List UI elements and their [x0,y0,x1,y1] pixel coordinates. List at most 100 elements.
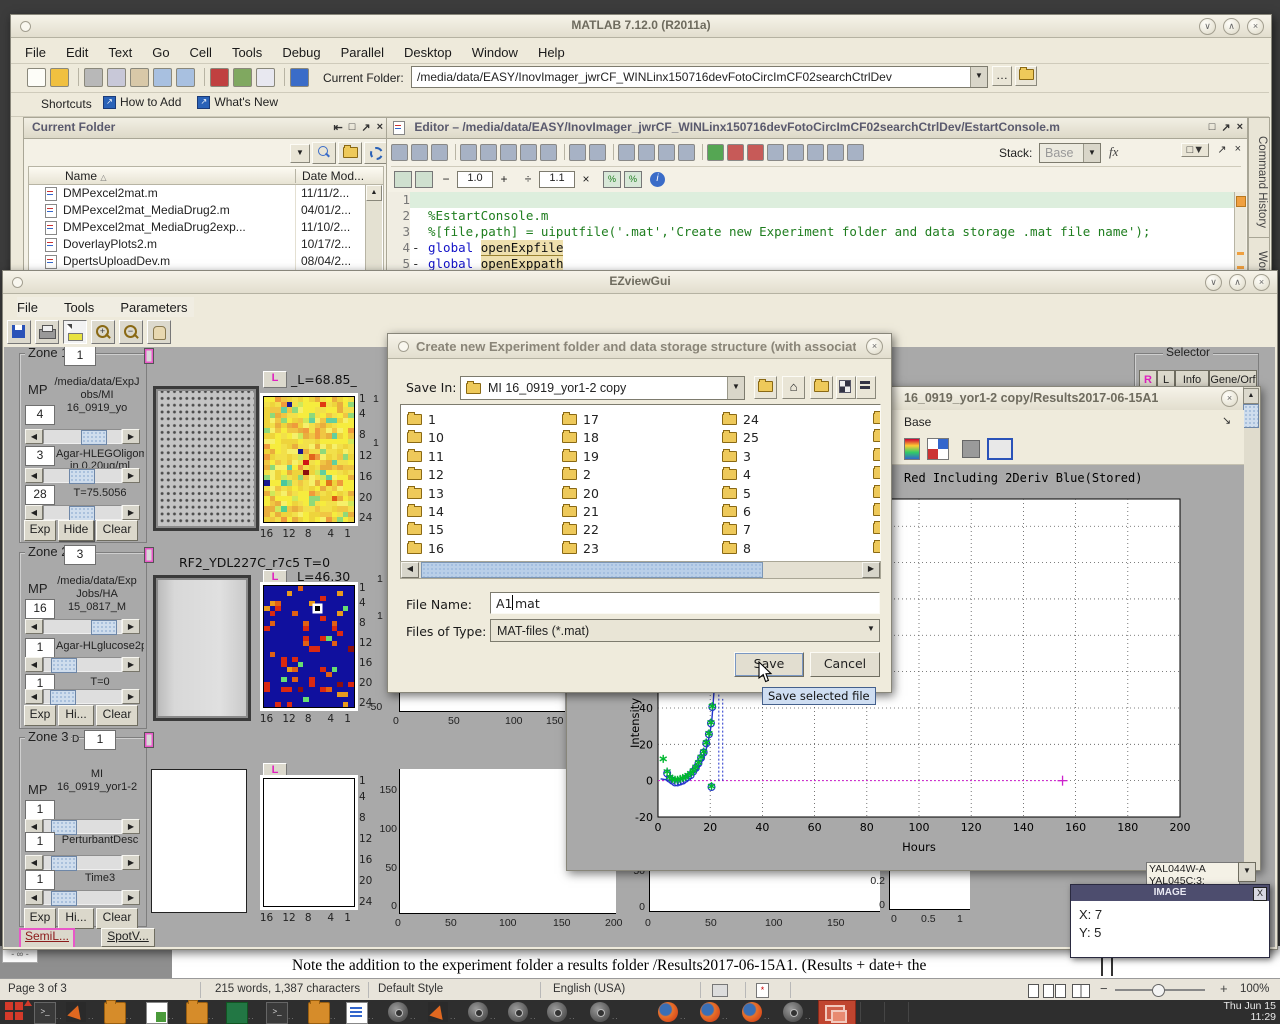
cancel-button[interactable]: Cancel [810,652,880,677]
heatmap-cell[interactable] [348,517,354,522]
up-one-level-button[interactable] [754,376,777,399]
slider-right-icon[interactable]: ▶ [122,505,140,520]
zone-value-field[interactable]: 1 [25,638,55,658]
slider-right-icon[interactable]: ▶ [122,890,140,905]
zone-value-field[interactable]: 1 [25,870,55,890]
taskbar-item-folder[interactable] [186,1002,208,1024]
function-icon[interactable] [678,144,695,161]
dialog-folder-item[interactable]: 16 [407,541,444,556]
taskbar-item-matlab[interactable] [428,1002,448,1022]
status-item[interactable]: 215 words, 1,387 characters [215,983,360,995]
dialog-folder-item[interactable]: 13 [407,486,444,501]
comment-icon[interactable]: % [603,171,621,188]
ezview-titlebar[interactable]: EZviewGui ∨ ∧ × [3,271,1277,294]
step-icon[interactable] [807,144,824,161]
gene-list-dropdown-button[interactable]: ▼ [1238,862,1256,882]
taskbar-item-writer[interactable] [346,1002,368,1024]
code-line[interactable]: 4-global openExpfile [388,240,1234,256]
zone-slider[interactable]: ◀▶ [25,505,140,520]
list-item[interactable]: YAL044W-A [1147,863,1239,875]
name-column-header[interactable]: Name △ [65,169,107,183]
l-toggle-button[interactable]: L [263,371,287,388]
copy-icon[interactable] [107,68,126,87]
shortcut-how-to-add[interactable]: ↗How to Add [103,95,181,109]
open-file-icon[interactable] [411,144,428,161]
taskbar-item-media[interactable] [783,1002,803,1022]
dialog-folder-item[interactable]: 17 [562,412,599,427]
slider-right-icon[interactable]: ▶ [122,468,140,483]
slider-thumb[interactable] [91,620,117,635]
file-name-input[interactable]: A1 mat [490,592,880,614]
close-button[interactable]: × [1253,274,1270,291]
find-icon[interactable] [618,144,635,161]
menu-tools[interactable]: Tools [232,45,262,60]
table-row[interactable]: DoverlayPlots2.m10/17/2... [29,236,383,253]
slider-thumb[interactable] [50,690,76,705]
launcher-icon[interactable] [5,1002,25,1022]
undock-icon[interactable]: ↗ [1217,143,1226,157]
slider-track[interactable] [43,657,122,672]
multiply-button[interactable]: × [579,172,593,186]
close-panel-icon[interactable]: × [1235,143,1241,157]
undo-icon[interactable] [520,144,537,161]
new-file-icon[interactable] [391,144,408,161]
slider-right-icon[interactable]: ▶ [122,619,140,634]
zone-clear-button[interactable]: Clear [96,705,138,726]
slider-left-icon[interactable]: ◀ [25,619,43,634]
taskbar-item-firefox[interactable] [742,1002,762,1022]
shortcut-what's-new[interactable]: ↗What's New [197,95,278,109]
taskbar-item-media[interactable] [468,1002,488,1022]
slider-left-icon[interactable]: ◀ [25,657,43,672]
slider-track[interactable] [43,468,122,483]
slider-track[interactable] [43,619,122,634]
maximize-button[interactable]: ∧ [1223,18,1240,35]
table-row[interactable]: DMPexcel2mat_MediaDrug2.m04/01/2... [29,202,383,219]
list-view-button[interactable] [856,376,876,399]
step-out-icon[interactable] [787,144,804,161]
up-folder-button[interactable] [1015,66,1037,86]
maximize-panel-icon[interactable]: □ [1209,121,1216,134]
dialog-folder-item[interactable]: 5 [722,486,751,501]
save-icon[interactable] [7,320,31,344]
slider-left-icon[interactable]: ◀ [25,890,43,905]
zone-hide-button[interactable]: Hide [58,520,94,541]
close-button[interactable]: × [866,338,883,355]
help-icon[interactable] [290,68,309,87]
menu-cell[interactable]: Cell [190,45,212,60]
zoom-slider-thumb[interactable] [1152,984,1165,997]
colorbar-icon[interactable] [904,438,920,460]
taskbar-item-active-dialog[interactable] [818,1000,856,1024]
zone-index-field[interactable]: 1 [64,347,96,366]
slider-thumb[interactable] [69,506,95,521]
paste-icon[interactable] [500,144,517,161]
insert-cell-icon[interactable] [394,171,412,188]
value-field-1[interactable]: 1.0 [457,171,493,188]
code-line[interactable]: 3%[file,path] = uiputfile('.mat','Create… [388,224,1234,240]
slider-thumb[interactable] [51,658,77,673]
zone-value-field[interactable]: 1 [25,800,55,820]
dialog-folder-item[interactable]: 24 [722,412,759,427]
table-row[interactable]: DMPexcel2mat.m11/11/2... [29,185,383,202]
zoom-in-icon[interactable]: + [91,320,115,344]
dialog-folder-item[interactable]: 22 [562,522,599,537]
menu-help[interactable]: Help [538,45,565,60]
slider-left-icon[interactable]: ◀ [25,505,43,520]
files-of-type-combo[interactable]: MAT-files (*.mat) ▼ [490,619,880,642]
editor-panel-header[interactable]: Editor – /media/data/EASY/InovImager_jwr… [387,118,1247,139]
step-in-icon[interactable] [767,144,784,161]
zone-slider[interactable]: ◀▶ [25,855,140,870]
menu-desktop[interactable]: Desktop [404,45,452,60]
taskbar-item-calc[interactable] [146,1002,168,1024]
uncomment-icon[interactable]: % [624,171,642,188]
dialog-folder-item[interactable]: 18 [562,430,599,445]
file-list-scrollbar[interactable]: ▲ [365,185,382,271]
new-folder-button[interactable] [338,142,362,164]
slider-track[interactable] [43,505,122,520]
close-panel-icon[interactable]: × [1237,121,1243,134]
taskbar-item-firefox[interactable] [658,1002,678,1022]
divide-button[interactable]: ÷ [521,172,535,186]
slider-right-icon[interactable]: ▶ [122,819,140,834]
pan-hand-icon[interactable] [147,320,171,344]
results-vscrollbar[interactable] [1243,387,1260,870]
dialog-folder-item[interactable]: 10 [407,430,444,445]
